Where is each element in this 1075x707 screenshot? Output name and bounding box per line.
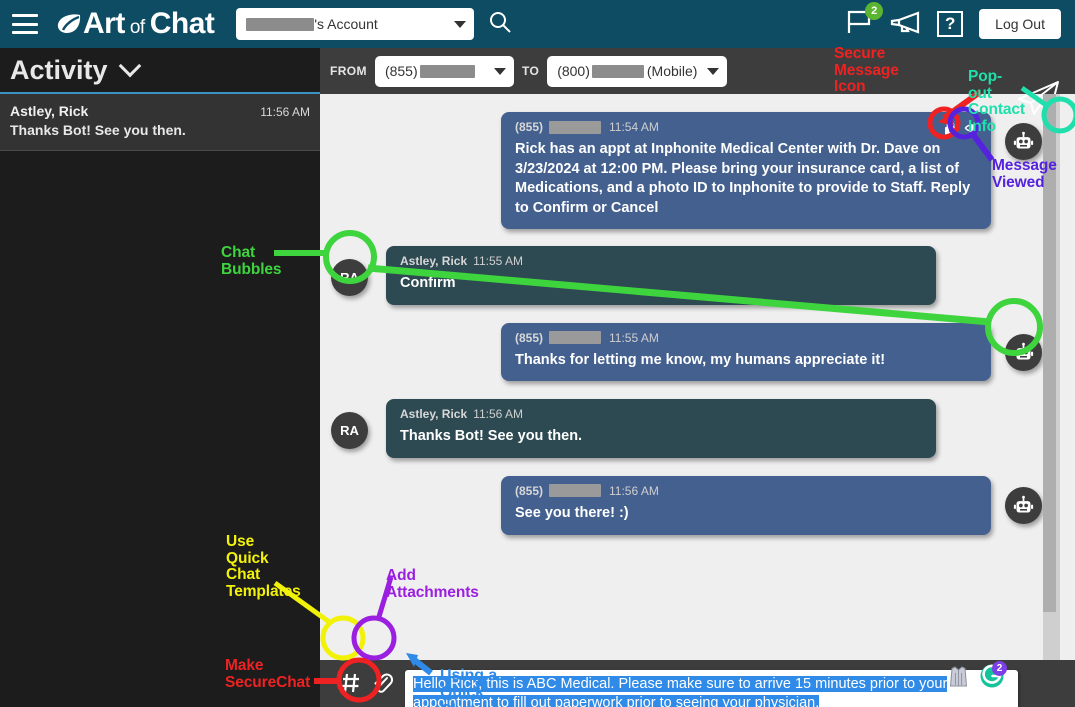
- annotation-overlay: [273, 85, 1075, 703]
